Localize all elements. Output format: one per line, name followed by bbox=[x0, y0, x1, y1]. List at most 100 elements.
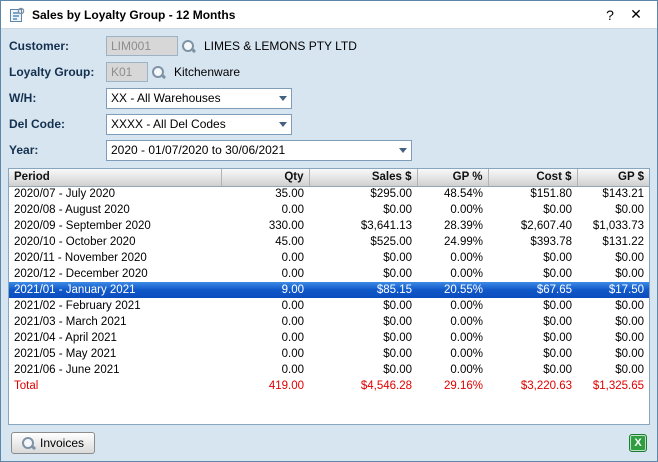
column-header-period[interactable]: Period bbox=[9, 169, 221, 186]
cell-gp-pct: 0.00% bbox=[417, 330, 488, 346]
cell-sales: $4,546.28 bbox=[309, 378, 417, 394]
cell-period: Total bbox=[9, 378, 221, 394]
cell-gp-pct: 0.00% bbox=[417, 314, 488, 330]
column-header-cost[interactable]: Cost $ bbox=[488, 169, 577, 186]
table-row[interactable]: 2020/11 - November 20200.00$0.000.00%$0.… bbox=[9, 250, 649, 266]
period-sales-table: Period Qty Sales $ GP % Cost $ GP $ 2020… bbox=[9, 169, 649, 394]
cell-period: 2020/11 - November 2020 bbox=[9, 250, 221, 266]
column-header-gp[interactable]: GP $ bbox=[577, 169, 649, 186]
cell-gp: $0.00 bbox=[577, 298, 649, 314]
cell-cost: $151.80 bbox=[488, 186, 577, 202]
cell-sales: $525.00 bbox=[309, 234, 417, 250]
table-row[interactable]: 2021/05 - May 20210.00$0.000.00%$0.00$0.… bbox=[9, 346, 649, 362]
year-selected-value: 2020 - 01/07/2020 to 30/06/2021 bbox=[111, 143, 395, 157]
cell-period: 2021/03 - March 2021 bbox=[9, 314, 221, 330]
cell-period: 2020/10 - October 2020 bbox=[9, 234, 221, 250]
table-row[interactable]: 2020/10 - October 202045.00$525.0024.99%… bbox=[9, 234, 649, 250]
chevron-down-icon bbox=[279, 122, 287, 127]
cell-gp-pct: 0.00% bbox=[417, 250, 488, 266]
cell-qty: 419.00 bbox=[221, 378, 309, 394]
cell-cost: $0.00 bbox=[488, 346, 577, 362]
chevron-down-icon bbox=[399, 148, 407, 153]
del-code-selected-value: XXXX - All Del Codes bbox=[111, 117, 275, 131]
cell-qty: 0.00 bbox=[221, 346, 309, 362]
customer-lookup-icon[interactable] bbox=[180, 38, 196, 54]
cell-period: 2020/09 - September 2020 bbox=[9, 218, 221, 234]
customer-label: Customer: bbox=[9, 39, 106, 53]
cell-gp-pct: 29.16% bbox=[417, 378, 488, 394]
del-code-label: Del Code: bbox=[9, 117, 106, 131]
footer-bar: Invoices X bbox=[1, 425, 657, 461]
table-header-row: Period Qty Sales $ GP % Cost $ GP $ bbox=[9, 169, 649, 186]
cell-gp: $0.00 bbox=[577, 314, 649, 330]
invoices-button[interactable]: Invoices bbox=[11, 432, 95, 454]
cell-gp-pct: 0.00% bbox=[417, 298, 488, 314]
table-row[interactable]: 2020/07 - July 202035.00$295.0048.54%$15… bbox=[9, 186, 649, 202]
del-code-select[interactable]: XXXX - All Del Codes bbox=[106, 114, 292, 135]
cell-period: 2021/05 - May 2021 bbox=[9, 346, 221, 362]
cell-cost: $3,220.63 bbox=[488, 378, 577, 394]
loyalty-group-code-field[interactable]: K01 bbox=[106, 62, 148, 82]
cell-gp: $143.21 bbox=[577, 186, 649, 202]
cell-period: 2020/12 - December 2020 bbox=[9, 266, 221, 282]
loyalty-group-lookup-icon[interactable] bbox=[150, 64, 166, 80]
table-row[interactable]: 2021/04 - April 20210.00$0.000.00%$0.00$… bbox=[9, 330, 649, 346]
table-row[interactable]: 2020/08 - August 20200.00$0.000.00%$0.00… bbox=[9, 202, 649, 218]
cell-period: 2020/07 - July 2020 bbox=[9, 186, 221, 202]
cell-cost: $67.65 bbox=[488, 282, 577, 298]
filter-form: Customer: LIM001 LIMES & LEMONS PTY LTD … bbox=[1, 29, 657, 168]
cell-qty: 0.00 bbox=[221, 362, 309, 378]
cell-sales: $0.00 bbox=[309, 266, 417, 282]
cell-gp: $0.00 bbox=[577, 202, 649, 218]
sales-by-loyalty-group-dialog: Sales by Loyalty Group - 12 Months ? ✕ C… bbox=[0, 0, 658, 462]
cell-sales: $85.15 bbox=[309, 282, 417, 298]
table-total-row[interactable]: Total419.00$4,546.2829.16%$3,220.63$1,32… bbox=[9, 378, 649, 394]
cell-cost: $0.00 bbox=[488, 266, 577, 282]
invoices-search-icon bbox=[20, 435, 36, 451]
cell-qty: 0.00 bbox=[221, 250, 309, 266]
cell-sales: $3,641.13 bbox=[309, 218, 417, 234]
close-button[interactable]: ✕ bbox=[623, 4, 649, 26]
cell-period: 2021/02 - February 2021 bbox=[9, 298, 221, 314]
cell-gp-pct: 28.39% bbox=[417, 218, 488, 234]
table-row[interactable]: 2020/12 - December 20200.00$0.000.00%$0.… bbox=[9, 266, 649, 282]
cell-qty: 9.00 bbox=[221, 282, 309, 298]
help-button[interactable]: ? bbox=[597, 4, 623, 26]
cell-qty: 0.00 bbox=[221, 266, 309, 282]
warehouse-select[interactable]: XX - All Warehouses bbox=[106, 88, 292, 109]
warehouse-row: W/H: XX - All Warehouses bbox=[9, 88, 649, 108]
cell-qty: 0.00 bbox=[221, 330, 309, 346]
table-row[interactable]: 2021/06 - June 20210.00$0.000.00%$0.00$0… bbox=[9, 362, 649, 378]
cell-gp-pct: 48.54% bbox=[417, 186, 488, 202]
cell-gp-pct: 24.99% bbox=[417, 234, 488, 250]
cell-period: 2020/08 - August 2020 bbox=[9, 202, 221, 218]
customer-code-field[interactable]: LIM001 bbox=[106, 36, 178, 56]
loyalty-group-row: Loyalty Group: K01 Kitchenware bbox=[9, 62, 649, 82]
table-row[interactable]: 2021/02 - February 20210.00$0.000.00%$0.… bbox=[9, 298, 649, 314]
chevron-down-icon bbox=[279, 96, 287, 101]
year-select[interactable]: 2020 - 01/07/2020 to 30/06/2021 bbox=[106, 140, 412, 161]
cell-gp: $0.00 bbox=[577, 346, 649, 362]
cell-gp-pct: 0.00% bbox=[417, 266, 488, 282]
warehouse-selected-value: XX - All Warehouses bbox=[111, 91, 275, 105]
cell-sales: $295.00 bbox=[309, 186, 417, 202]
period-sales-grid: Period Qty Sales $ GP % Cost $ GP $ 2020… bbox=[8, 168, 650, 425]
table-row[interactable]: 2021/03 - March 20210.00$0.000.00%$0.00$… bbox=[9, 314, 649, 330]
excel-export-button[interactable]: X bbox=[629, 434, 647, 452]
cell-gp: $0.00 bbox=[577, 362, 649, 378]
cell-cost: $0.00 bbox=[488, 362, 577, 378]
cell-period: 2021/06 - June 2021 bbox=[9, 362, 221, 378]
cell-gp: $0.00 bbox=[577, 330, 649, 346]
loyalty-group-label: Loyalty Group: bbox=[9, 65, 106, 79]
cell-cost: $2,607.40 bbox=[488, 218, 577, 234]
cell-gp: $1,325.65 bbox=[577, 378, 649, 394]
cell-gp-pct: 0.00% bbox=[417, 202, 488, 218]
column-header-sales[interactable]: Sales $ bbox=[309, 169, 417, 186]
table-row[interactable]: 2020/09 - September 2020330.00$3,641.132… bbox=[9, 218, 649, 234]
column-header-qty[interactable]: Qty bbox=[221, 169, 309, 186]
app-icon bbox=[9, 7, 25, 23]
cell-gp: $17.50 bbox=[577, 282, 649, 298]
column-header-gp-pct[interactable]: GP % bbox=[417, 169, 488, 186]
window-title: Sales by Loyalty Group - 12 Months bbox=[32, 8, 597, 22]
table-row[interactable]: 2021/01 - January 20219.00$85.1520.55%$6… bbox=[9, 282, 649, 298]
